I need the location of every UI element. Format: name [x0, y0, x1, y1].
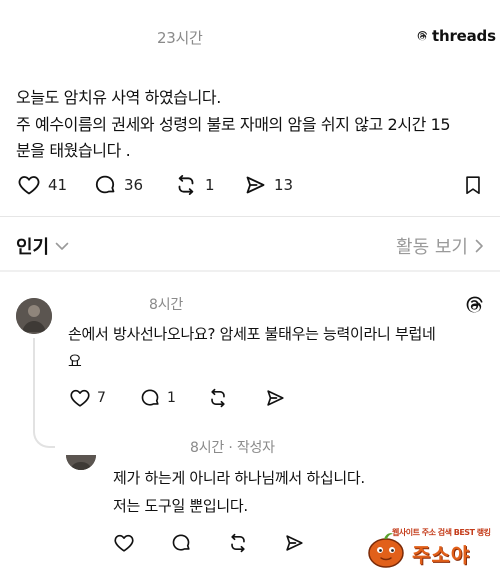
avatar-photo-icon	[66, 455, 96, 470]
threads-brand[interactable]: threads	[415, 27, 496, 45]
view-activity-label: 활동 보기	[396, 237, 468, 258]
section-divider	[0, 270, 500, 272]
chevron-down-icon	[55, 242, 69, 250]
repost-count: 1	[205, 176, 215, 194]
share-button[interactable]: 13	[242, 173, 293, 197]
heart-icon	[18, 176, 40, 195]
threads-app-icon-button[interactable]	[462, 293, 486, 321]
post-timestamp: 23시간	[157, 29, 203, 47]
reply-timestamp: 8시간 · 작성자	[190, 440, 275, 456]
avatar-photo-icon	[16, 298, 52, 334]
heart-icon	[70, 389, 90, 407]
watermark: 웹사이트 주소 검색 BEST 랭킹 주소야	[364, 525, 496, 569]
reply-like-button[interactable]	[112, 532, 136, 554]
bookmark-icon	[466, 176, 480, 195]
thread-line	[33, 338, 35, 398]
repost-icon	[231, 533, 245, 553]
author-avatar[interactable]	[66, 455, 96, 470]
view-activity-link[interactable]: 활동 보기	[396, 233, 484, 259]
comment-text-line-1: 손에서 방사선나오나요? 암세포 불태우는 능력이라니 부럽네	[68, 325, 436, 343]
post-text-line-3: 분을 태웠습니다 .	[16, 141, 131, 160]
share-icon	[267, 390, 284, 406]
share-icon	[246, 176, 265, 194]
comment-share-button[interactable]	[263, 387, 287, 409]
like-button[interactable]: 41	[16, 173, 67, 197]
share-count: 13	[274, 176, 294, 194]
share-icon	[286, 535, 303, 551]
chevron-right-icon	[475, 239, 483, 253]
watermark-name: 주소야	[412, 543, 471, 567]
threads-logo-icon	[417, 31, 428, 41]
reply-text-line-2: 저는 도구일 뿐입니다.	[113, 497, 248, 515]
comment-like-button[interactable]: 7	[68, 387, 106, 409]
comment-reply-count: 1	[167, 390, 176, 406]
comment-icon	[95, 175, 115, 194]
post-actions: 41 36 1 13	[16, 173, 484, 199]
repost-icon	[211, 388, 225, 408]
repost-icon	[178, 175, 194, 195]
sort-dropdown[interactable]: 인기	[16, 233, 69, 259]
reply-comment-button[interactable]	[169, 532, 193, 554]
post-text-line-1: 오늘도 암치유 사역 하였습니다.	[16, 88, 221, 107]
comment-button[interactable]: 36	[92, 173, 143, 197]
comment-repost-button[interactable]	[206, 387, 230, 409]
sort-label: 인기	[16, 237, 50, 258]
divider	[0, 216, 500, 217]
comment-count: 36	[124, 176, 144, 194]
post-text-line-2: 주 예수이름의 권세와 성령의 불로 자매의 암을 쉬지 않고 2시간 15	[16, 115, 451, 134]
comment-like-count: 7	[97, 390, 106, 406]
thread-connector	[33, 396, 55, 448]
watermark-tagline: 웹사이트 주소 검색 BEST 랭킹	[392, 528, 491, 537]
comment-text-line-2: 요	[68, 352, 82, 370]
repost-button[interactable]: 1	[173, 173, 215, 197]
heart-icon	[114, 534, 134, 552]
brand-label: threads	[432, 27, 496, 45]
commenter-avatar[interactable]	[16, 298, 52, 334]
comment-reply-button[interactable]: 1	[138, 387, 176, 409]
reply-share-button[interactable]	[282, 532, 306, 554]
like-count: 41	[48, 176, 68, 194]
comment-icon	[172, 534, 190, 551]
comment-icon	[141, 389, 159, 406]
reply-repost-button[interactable]	[226, 532, 250, 554]
comment-timestamp: 8시간	[149, 297, 184, 313]
save-button[interactable]	[462, 173, 484, 201]
threads-logo-icon	[466, 296, 483, 313]
reply-text-line-1: 제가 하는게 아니라 하나님께서 하십니다.	[113, 469, 365, 487]
